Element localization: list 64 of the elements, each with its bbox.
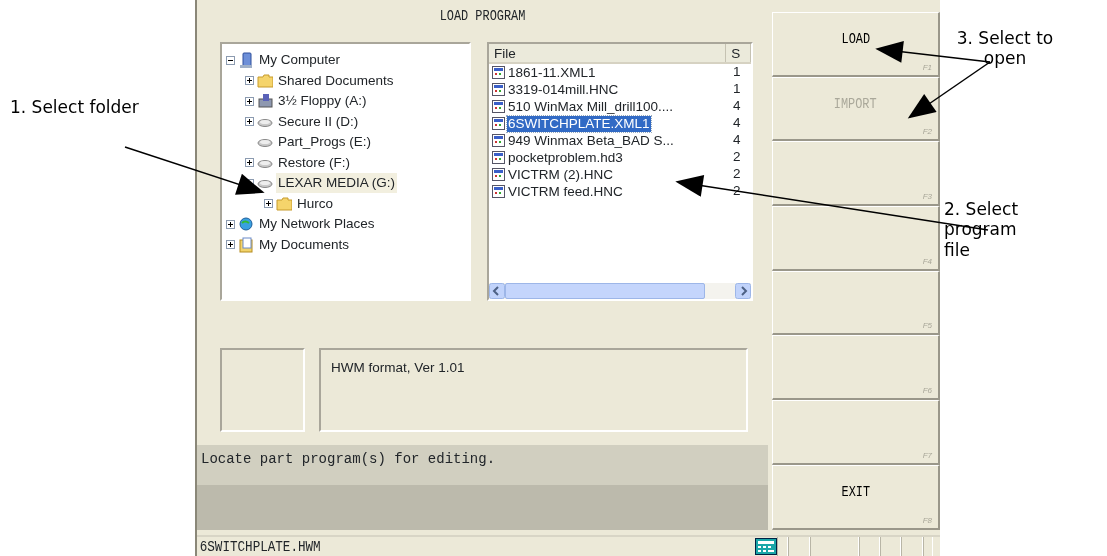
file-icon — [492, 117, 505, 130]
callout-text: 3. Select to open — [955, 28, 1055, 69]
info-text: HWM format, Ver 1.01 — [331, 360, 465, 375]
file-icon — [492, 83, 505, 96]
expand-icon[interactable] — [226, 240, 235, 250]
file-icon — [492, 100, 505, 113]
file-name[interactable]: 1861-11.XML1 — [507, 64, 597, 81]
calculator-icon[interactable] — [755, 538, 777, 555]
file-icon — [492, 134, 505, 147]
expand-icon[interactable] — [245, 117, 254, 127]
folder-icon — [257, 72, 273, 89]
expand-icon[interactable] — [264, 199, 273, 209]
tree-item[interactable]: LEXAR MEDIA (G:) — [276, 173, 398, 194]
scroll-left-icon[interactable] — [489, 283, 505, 299]
file-icon — [492, 66, 505, 79]
tree-item[interactable]: Shared Documents — [276, 70, 396, 91]
softkey-button[interactable]: LOAD F1 — [772, 12, 940, 77]
file-size-cell-text: 4 — [732, 114, 741, 133]
tree-item[interactable]: My Documents — [257, 234, 352, 255]
file-size-cell-text: 1 — [732, 80, 741, 99]
column-header[interactable]: File — [489, 44, 727, 62]
file-name[interactable]: 510 WinMax Mill_drill100.... — [507, 98, 675, 115]
folder-icon — [276, 195, 292, 212]
documents-icon — [238, 236, 254, 253]
file-size-cell-text: 1 — [732, 63, 741, 82]
file-icon — [492, 151, 505, 164]
scrollbar-thumb[interactable] — [505, 283, 705, 299]
status-filename: 6SWITCHPLATE.HWM — [198, 538, 321, 556]
file-name[interactable]: pocketproblem.hd3 — [507, 149, 624, 166]
file-name[interactable]: VICTRM (2).HNC — [507, 166, 614, 183]
expand-icon[interactable] — [226, 219, 235, 229]
file-name[interactable]: 949 Winmax Beta_BAD S... — [507, 132, 675, 149]
tree-item[interactable]: Hurco — [295, 193, 335, 214]
screen-title: LOAD PROGRAM — [439, 8, 526, 24]
expand-icon[interactable] — [245, 96, 254, 106]
tree-item[interactable]: 3½ Floppy (A:) — [276, 91, 369, 112]
file-size-cell-text: 2 — [732, 148, 741, 167]
collapse-icon[interactable] — [226, 55, 235, 65]
expand-icon[interactable] — [245, 76, 254, 86]
horizontal-scrollbar[interactable] — [489, 283, 751, 299]
callout-text: 1. Select folder — [10, 97, 140, 118]
callout-text: 2. Select program file — [944, 198, 1020, 260]
tree-item[interactable]: Restore (F:) — [276, 152, 352, 173]
message-text: Locate part program(s) for editing. — [201, 451, 496, 467]
file-size-cell-text: 4 — [732, 97, 741, 116]
computer-icon — [238, 52, 254, 69]
file-name[interactable]: VICTRM feed.HNC — [507, 183, 624, 200]
tree-item[interactable]: Part_Progs (E:) — [276, 132, 374, 153]
softkey-button[interactable]: EXIT F8 — [772, 464, 940, 530]
file-name[interactable]: 6SWITCHPLATE.XML1 — [507, 115, 651, 132]
tree-item[interactable]: Secure II (D:) — [276, 111, 361, 132]
expand-icon[interactable] — [245, 158, 254, 168]
file-size-cell-text: 4 — [732, 131, 741, 150]
status-panel — [880, 537, 901, 556]
floppy-drive-icon — [257, 93, 273, 110]
globe-icon — [238, 216, 254, 233]
file-size-cell-text: 2 — [732, 165, 741, 184]
column-header[interactable]: S — [726, 44, 751, 62]
tree-item[interactable]: My Computer — [257, 50, 343, 71]
scroll-right-icon[interactable] — [735, 283, 751, 299]
file-name[interactable]: 3319-014mill.HNC — [507, 81, 620, 98]
file-icon — [492, 168, 505, 181]
file-icon — [492, 185, 505, 198]
tree-item[interactable]: My Network Places — [257, 214, 377, 235]
